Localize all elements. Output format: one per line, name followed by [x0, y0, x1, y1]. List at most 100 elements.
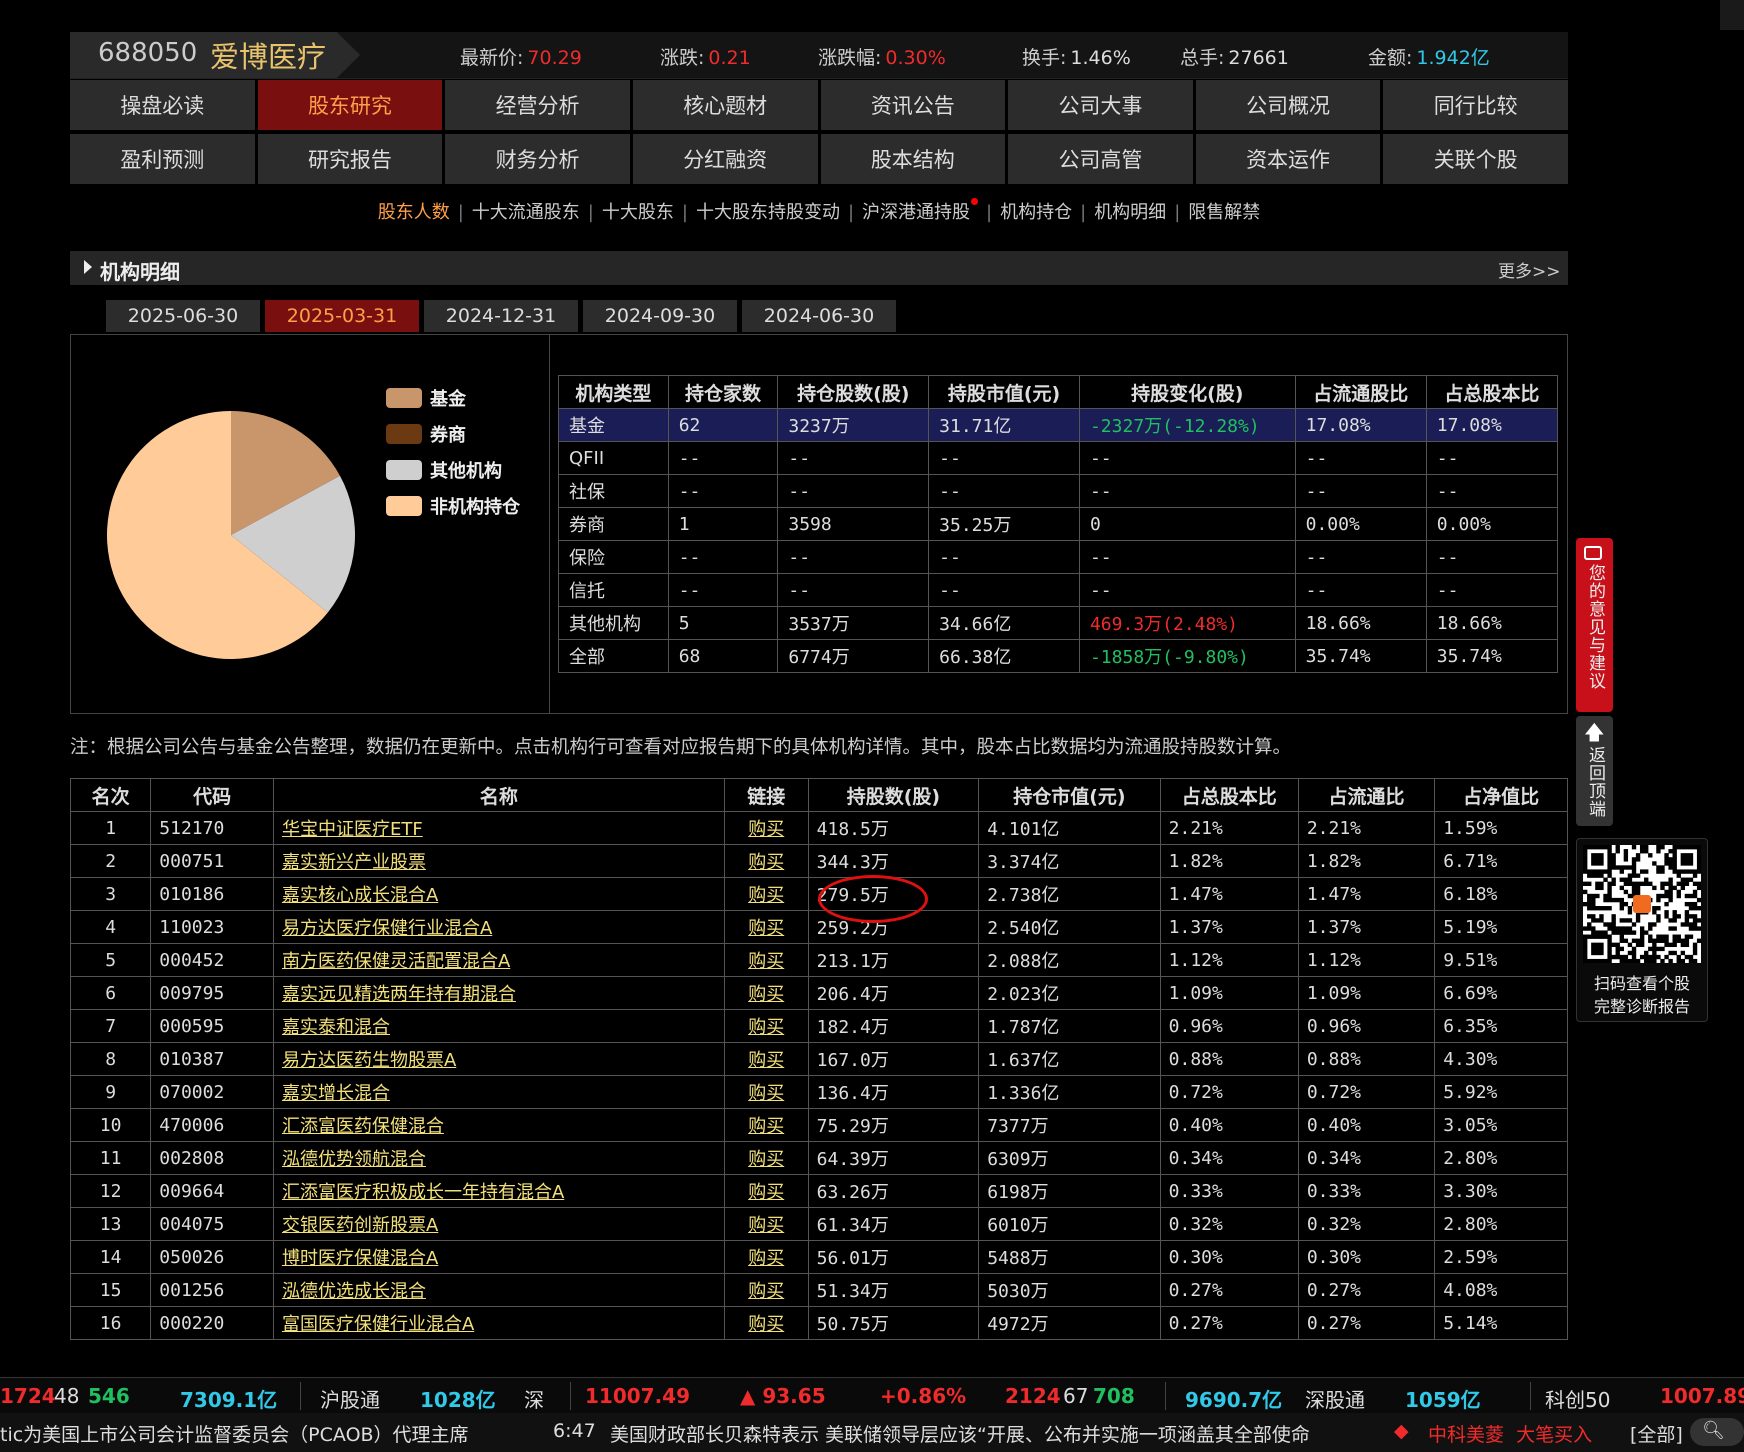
back-to-top-button[interactable]: 🡅 返回顶端 — [1576, 716, 1613, 826]
table-row: 6 009795 嘉实远见精选两年持有期混合 购买 206.4万 2.023亿 1.09% 1… — [69, 976, 1568, 1010]
fund-name-link[interactable]: 嘉实泰和混合 — [282, 1017, 390, 1038]
fund-name-link[interactable]: 嘉实核心成长混合A — [282, 885, 438, 906]
buy-link[interactable]: 购买 — [748, 1248, 784, 1269]
table-row[interactable]: 社保 -- -- -- -- -- -- — [558, 474, 1559, 508]
nav-tab[interactable]: 资讯公告 — [820, 80, 1006, 130]
nav-tab[interactable]: 公司高管 — [1008, 134, 1193, 184]
date-tab[interactable]: 2024-06-30 — [742, 300, 896, 332]
fund-name-link[interactable]: 泓德优势领航混合 — [282, 1149, 426, 1170]
buy-link[interactable]: 购买 — [748, 819, 784, 840]
qr-module — [1619, 877, 1624, 882]
fund-name-link[interactable]: 嘉实新兴产业股票 — [282, 852, 426, 873]
fund-name-link[interactable]: 华宝中证医疗ETF — [282, 819, 423, 840]
buy-link[interactable]: 购买 — [748, 951, 784, 972]
legend-item[interactable]: 券商 — [386, 416, 520, 452]
date-tab[interactable]: 2025-03-31 — [265, 300, 419, 332]
quote-label: 换手: — [1022, 47, 1067, 69]
subnav-link[interactable]: 机构持仓 — [1000, 202, 1072, 223]
legend-item[interactable]: 基金 — [386, 380, 520, 416]
fund-name-link[interactable]: 泓德优选成长混合 — [282, 1281, 426, 1302]
nav-tab[interactable]: 财务分析 — [445, 134, 630, 184]
buy-link[interactable]: 购买 — [748, 885, 784, 906]
cell-code: 010186 — [150, 877, 274, 911]
buy-link[interactable]: 购买 — [748, 1083, 784, 1104]
separator: | — [1080, 202, 1087, 223]
buy-link[interactable]: 购买 — [748, 1050, 784, 1071]
qr-module — [1684, 893, 1690, 899]
table-row[interactable]: 其他机构 5 3537万 34.66亿 469.3万(2.48%) 18.66% 18.66… — [558, 606, 1559, 640]
date-tab[interactable]: 2024-09-30 — [583, 300, 737, 332]
trade-alert[interactable]: 中科美菱 大笔买入 — [1428, 1420, 1592, 1447]
news-item-2[interactable]: 美国财政部长贝森特表示 美联储领导层应该“开展、公布并实施一项涵盖其全部使命 — [610, 1420, 1386, 1447]
cell-shares: 344.3万 — [807, 844, 980, 878]
search-button[interactable]: 🔍︎ — [1690, 1418, 1744, 1446]
fund-name-link[interactable]: 嘉实远见精选两年持有期混合 — [282, 984, 516, 1005]
news-item-1[interactable]: tic为美国上市公司会计监督委员会（PCAOB）代理主席 — [0, 1420, 469, 1447]
qr-module — [1692, 942, 1698, 948]
nav-tab[interactable]: 公司大事 — [1008, 80, 1193, 130]
fund-name-link[interactable]: 南方医药保健灵活配置混合A — [282, 951, 510, 972]
more-link[interactable]: 更多>> — [1498, 257, 1561, 282]
cell-rank: 1 — [69, 811, 152, 845]
subnav-link[interactable]: 十大股东 — [602, 202, 674, 223]
nav-tab[interactable]: 核心题材 — [632, 80, 818, 130]
fund-name-link[interactable]: 富国医疗保健行业混合A — [282, 1314, 474, 1335]
buy-link[interactable]: 购买 — [748, 1182, 784, 1203]
subnav-link[interactable]: 机构明细 — [1094, 202, 1166, 223]
qr-module — [1591, 869, 1596, 874]
qr-module — [1623, 865, 1629, 870]
feedback-button[interactable]: 您的意见与建议 — [1576, 538, 1613, 712]
buy-link[interactable]: 购买 — [748, 918, 784, 939]
buy-link[interactable]: 购买 — [748, 1281, 784, 1302]
subnav-link[interactable]: 股东人数 — [378, 202, 450, 223]
nav-tab[interactable]: 关联个股 — [1383, 134, 1568, 184]
qr-module — [1619, 926, 1624, 931]
cell-code: 002808 — [150, 1141, 274, 1175]
buy-link[interactable]: 购买 — [748, 984, 784, 1005]
qr-module — [1607, 954, 1612, 960]
nav-tab[interactable]: 股东研究 — [257, 80, 443, 130]
subnav-link[interactable]: 十大股东持股变动 — [696, 202, 840, 223]
subnav-link[interactable]: 十大流通股东 — [472, 202, 580, 223]
qr-module — [1607, 893, 1612, 899]
fund-name-link[interactable]: 嘉实增长混合 — [282, 1083, 390, 1104]
nav-tab[interactable]: 分红融资 — [632, 134, 818, 184]
fund-name-link[interactable]: 易方达医药生物股票A — [282, 1050, 456, 1071]
date-tab[interactable]: 2024-12-31 — [424, 300, 578, 332]
date-tab[interactable]: 2025-06-30 — [106, 300, 260, 332]
table-row[interactable]: 全部 68 6774万 66.38亿 -1858万(-9.80%) 35.74% 35.74… — [558, 639, 1559, 673]
fund-name-link[interactable]: 汇添富医疗积极成长一年持有混合A — [282, 1182, 564, 1203]
buy-link[interactable]: 购买 — [748, 1314, 784, 1335]
qr-module — [1664, 934, 1669, 939]
fund-name-link[interactable]: 汇添富医药保健混合 — [282, 1116, 444, 1137]
nav-tab[interactable]: 公司概况 — [1195, 80, 1381, 130]
table-row[interactable]: QFII -- -- -- -- -- -- — [558, 441, 1559, 475]
subnav-link[interactable]: 沪深港通持股 — [862, 202, 970, 223]
buy-link[interactable]: 购买 — [748, 1215, 784, 1236]
qr-module — [1583, 958, 1588, 963]
quote-label: 最新价: — [460, 47, 524, 69]
nav-tab[interactable]: 盈利预测 — [70, 134, 255, 184]
cell-name: 富国医疗保健行业混合A — [272, 1306, 725, 1340]
buy-link[interactable]: 购买 — [748, 852, 784, 873]
nav-tab[interactable]: 资本运作 — [1195, 134, 1381, 184]
table-row[interactable]: 保险 -- -- -- -- -- -- — [558, 540, 1559, 574]
nav-tab[interactable]: 研究报告 — [257, 134, 443, 184]
table-row[interactable]: 基金 62 3237万 31.71亿 -2327万(-12.28%) 17.08% 17.0… — [558, 408, 1559, 442]
buy-link[interactable]: 购买 — [748, 1017, 784, 1038]
table-row[interactable]: 信托 -- -- -- -- -- -- — [558, 573, 1559, 607]
nav-tab[interactable]: 同行比较 — [1383, 80, 1568, 130]
buy-link[interactable]: 购买 — [748, 1116, 784, 1137]
nav-tab[interactable]: 经营分析 — [445, 80, 630, 130]
legend-item[interactable]: 其他机构 — [386, 452, 520, 488]
legend-item[interactable]: 非机构持仓 — [386, 488, 520, 524]
fund-name-link[interactable]: 易方达医疗保健行业混合A — [282, 918, 492, 939]
subnav-link[interactable]: 限售解禁 — [1188, 202, 1260, 223]
nav-tab[interactable]: 操盘必读 — [70, 80, 255, 130]
fund-name-link[interactable]: 博时医疗保健混合A — [282, 1248, 438, 1269]
buy-link[interactable]: 购买 — [748, 1149, 784, 1170]
nav-tab[interactable]: 股本结构 — [820, 134, 1006, 184]
fund-name-link[interactable]: 交银医药创新股票A — [282, 1215, 438, 1236]
all-button[interactable]: [全部] — [1630, 1420, 1683, 1447]
table-row[interactable]: 券商 1 3598 35.25万 0 0.00% 0.00% — [558, 507, 1559, 541]
